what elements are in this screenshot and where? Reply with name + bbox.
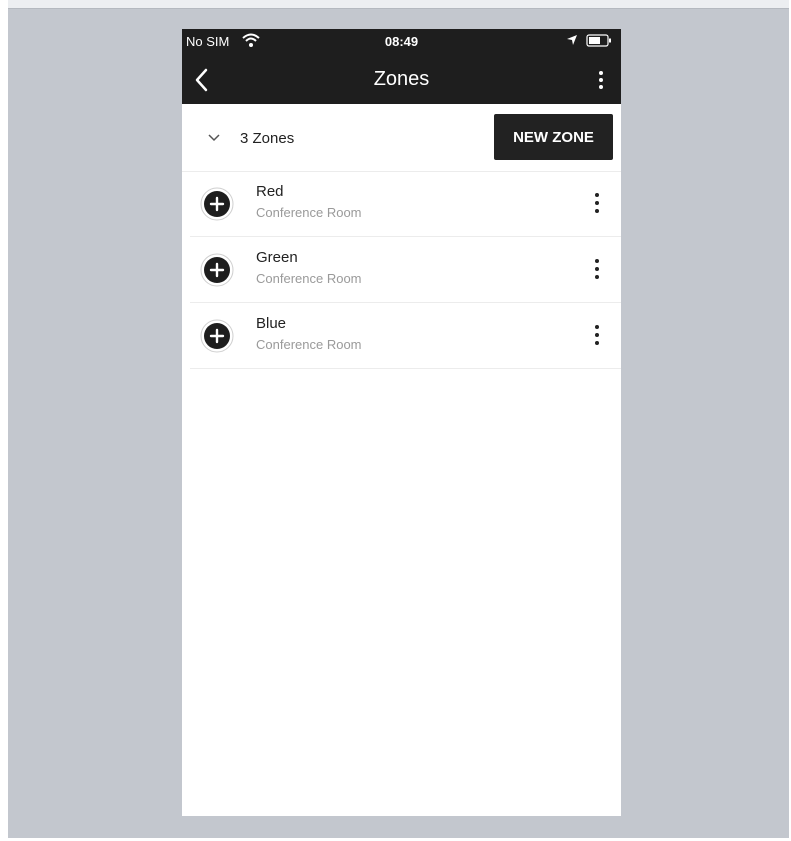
plus-circle-icon[interactable] <box>200 319 234 353</box>
new-zone-button[interactable]: NEW ZONE <box>494 114 613 160</box>
more-vertical-icon[interactable] <box>592 191 602 215</box>
zone-name: Green <box>256 249 298 266</box>
zone-name: Red <box>256 183 284 200</box>
plus-circle-icon[interactable] <box>200 253 234 287</box>
list-item[interactable]: Green Conference Room <box>190 237 621 303</box>
status-time: 08:49 <box>384 34 419 49</box>
zone-count-label: 3 Zones <box>240 130 295 147</box>
location-arrow-icon <box>567 35 577 45</box>
more-vertical-icon[interactable] <box>592 257 602 281</box>
more-vertical-icon[interactable] <box>592 323 602 347</box>
zone-room: Conference Room <box>256 205 362 220</box>
more-vertical-icon[interactable] <box>594 68 608 92</box>
list-item[interactable]: Blue Conference Room <box>190 303 621 369</box>
phone-screen: No SIM 08:49 Zones 3 Zones NEW ZONE Red … <box>182 29 621 816</box>
list-item[interactable]: Red Conference Room <box>190 171 621 237</box>
app-bar: Zones <box>182 54 621 104</box>
battery-icon <box>586 34 611 47</box>
zone-room: Conference Room <box>256 271 362 286</box>
plus-circle-icon[interactable] <box>200 187 234 221</box>
page-top-strip <box>8 0 789 8</box>
page-title: Zones <box>373 68 430 90</box>
chevron-down-icon[interactable] <box>208 134 220 142</box>
status-bar: No SIM 08:49 <box>182 29 621 54</box>
zones-summary-row: 3 Zones NEW ZONE <box>182 104 621 172</box>
zone-list: Red Conference Room Green Conference Roo… <box>190 171 621 369</box>
zone-name: Blue <box>256 315 287 332</box>
zone-room: Conference Room <box>256 337 362 352</box>
